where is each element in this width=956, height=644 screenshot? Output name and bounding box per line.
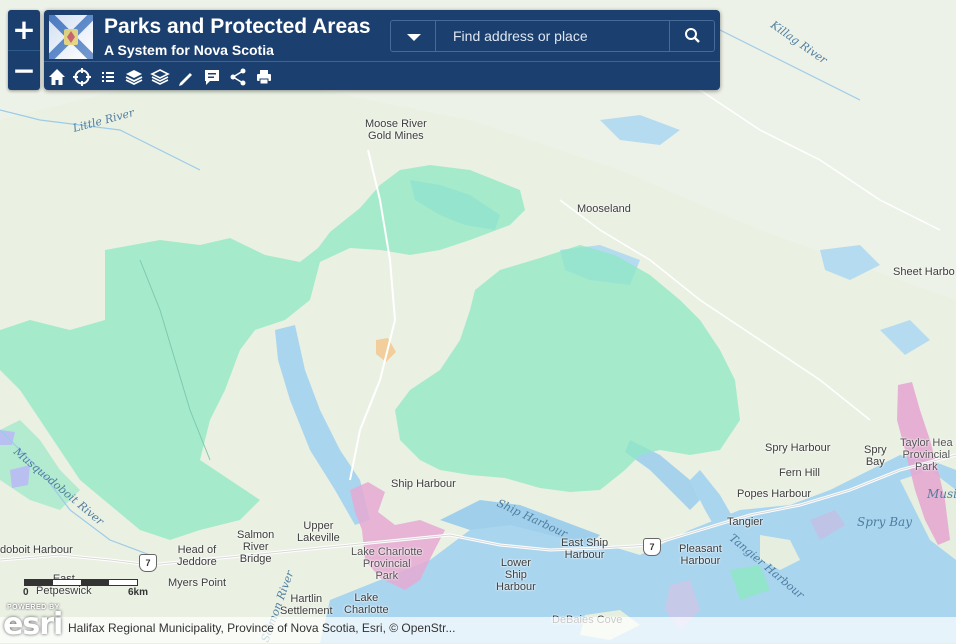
- route-7-shield: 7: [643, 538, 661, 556]
- search-button[interactable]: [669, 21, 714, 51]
- esri-logo-text: esri: [3, 607, 63, 642]
- scale-bar-graphic: [24, 579, 138, 586]
- layers-icon: [125, 70, 143, 86]
- place-head-of-jeddore: Head of Jeddore: [177, 544, 217, 568]
- details-comment-icon: [205, 70, 219, 85]
- app-title: Parks and Protected Areas: [104, 15, 371, 38]
- place-fern-hill: Fern Hill: [779, 467, 820, 479]
- place-taylor-head-provincial-park: Taylor Hea Provincial Park: [900, 437, 953, 473]
- place-spry-harbour: Spry Harbour: [765, 442, 831, 454]
- print-icon: [257, 70, 271, 85]
- search-icon: [685, 28, 700, 43]
- search-box: [390, 20, 715, 52]
- zoom-control: + −: [8, 10, 40, 90]
- zoom-in-button[interactable]: +: [8, 10, 40, 50]
- place-spry-bay: Spry Bay: [864, 444, 887, 468]
- basemap[interactable]: [0, 0, 956, 643]
- locate-icon: [73, 68, 91, 86]
- scale-bar: 0 6km: [23, 579, 148, 599]
- locate-button[interactable]: [71, 66, 93, 88]
- toolbar: [44, 61, 720, 91]
- place-pleasant-harbour: Pleasant Harbour: [679, 543, 722, 567]
- app-header: Parks and Protected Areas A System for N…: [44, 10, 720, 90]
- nova-scotia-flag-icon: [46, 12, 96, 62]
- legend-list-icon: [102, 72, 114, 82]
- search-input[interactable]: [441, 21, 667, 51]
- water-spry-bay: Spry Bay: [857, 515, 912, 529]
- attribution-text[interactable]: Halifax Regional Municipality, Province …: [68, 621, 455, 635]
- measure-button[interactable]: [175, 66, 197, 88]
- home-icon: [49, 69, 65, 85]
- place-lake-charlotte-provincial-park: Lake Charlotte Provincial Park: [351, 546, 423, 582]
- layers-button[interactable]: [123, 66, 145, 88]
- water-musi: Musi: [927, 487, 956, 501]
- home-button[interactable]: [46, 66, 68, 88]
- share-button[interactable]: [227, 66, 249, 88]
- basemap-button[interactable]: [149, 66, 171, 88]
- place-tangier: Tangier: [727, 516, 764, 528]
- place-popes-harbour: Popes Harbour: [737, 488, 811, 500]
- legend-button[interactable]: [97, 66, 119, 88]
- measure-pencil-icon: [179, 73, 192, 86]
- place-moose-river-gold-mines: Moose River Gold Mines: [365, 118, 427, 142]
- esri-logo[interactable]: POWERED BY esri: [3, 601, 67, 642]
- zoom-out-button[interactable]: −: [8, 50, 40, 91]
- app-subtitle: A System for Nova Scotia: [104, 42, 274, 58]
- scale-zero-label: 0: [23, 587, 29, 598]
- place-salmon-river-bridge: Salmon River Bridge: [237, 529, 275, 565]
- place-lower-ship-harbour: Lower Ship Harbour: [496, 557, 536, 593]
- print-button[interactable]: [253, 66, 275, 88]
- place-east-ship-harbour: East Ship Harbour: [561, 537, 609, 561]
- place-ship-harbour: Ship Harbour: [391, 478, 456, 490]
- details-button[interactable]: [201, 66, 223, 88]
- attribution-bar: Halifax Regional Municipality, Province …: [0, 617, 956, 643]
- route-7-shield: 7: [139, 554, 157, 572]
- basemap-layers-icon: [150, 69, 170, 85]
- place-myers-point: Myers Point: [168, 577, 227, 589]
- place-upper-lakeville: Upper Lakeville: [297, 520, 340, 544]
- share-icon: [230, 68, 246, 86]
- place-lake-charlotte: Lake Charlotte: [344, 592, 389, 616]
- place-doboit-harbour: doboit Harbour: [0, 544, 73, 556]
- scale-distance-label: 6km: [128, 587, 149, 598]
- search-source-dropdown-button[interactable]: [391, 21, 436, 51]
- place-mooseland: Mooseland: [577, 203, 631, 215]
- place-sheet-harbour: Sheet Harbo: [893, 266, 955, 278]
